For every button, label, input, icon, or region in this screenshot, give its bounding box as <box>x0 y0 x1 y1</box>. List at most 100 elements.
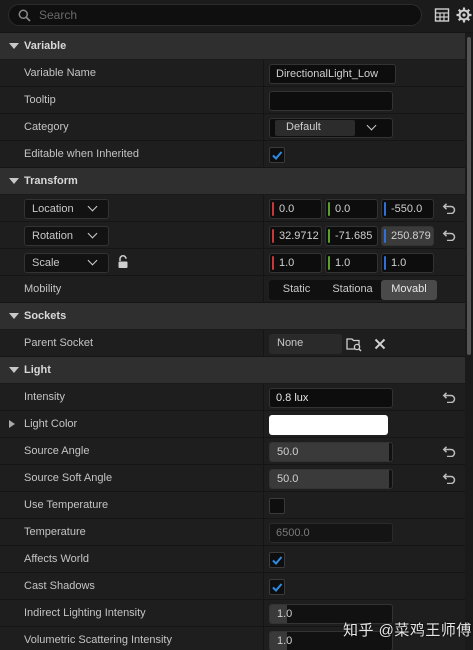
source-soft-angle-slider[interactable]: 50.0 <box>269 469 393 489</box>
rotation-y-input[interactable]: -71.685 <box>325 226 378 246</box>
collapse-arrow-icon[interactable] <box>9 313 19 319</box>
property-label: Use Temperature <box>24 499 109 511</box>
property-label: Light Color <box>24 418 78 430</box>
mobility-movable-option[interactable]: Movabl <box>381 280 437 300</box>
use-temperature-checkbox[interactable] <box>269 498 285 514</box>
scrollbar-thumb[interactable] <box>467 37 471 355</box>
row-cast-shadows: Cast Shadows <box>0 573 465 600</box>
location-x-input[interactable]: 0.0 <box>269 199 322 219</box>
property-label: Temperature <box>24 526 86 538</box>
section-title: Sockets <box>24 310 67 322</box>
location-mode-dropdown[interactable]: Location <box>24 199 109 219</box>
reset-to-default-icon[interactable] <box>442 473 456 484</box>
location-label: Location <box>32 203 74 215</box>
intensity-input[interactable]: 0.8 lux <box>269 388 393 408</box>
row-light-color: Light Color <box>0 411 465 438</box>
chevron-down-icon <box>87 228 98 239</box>
mobility-stationary-option[interactable]: Stationa <box>325 280 380 300</box>
row-tooltip: Tooltip <box>0 87 465 114</box>
checkmark-icon <box>272 151 283 160</box>
indirect-lighting-intensity-value: 1.0 <box>277 608 293 620</box>
property-label: Cast Shadows <box>24 580 95 592</box>
scale-x-input[interactable]: 1.0 <box>269 253 322 273</box>
collapse-arrow-icon[interactable] <box>9 43 19 49</box>
row-scale: Scale 1.0 1.0 1.0 <box>0 249 465 276</box>
browse-socket-icon[interactable] <box>346 337 362 352</box>
section-title: Variable <box>24 40 67 52</box>
property-label: Intensity <box>24 391 65 403</box>
mobility-toggle: Static Stationa Movabl <box>269 280 437 300</box>
row-category: Category Default <box>0 114 465 141</box>
vertical-scrollbar[interactable] <box>465 33 473 650</box>
reset-to-default-icon[interactable] <box>442 230 456 241</box>
collapse-arrow-icon[interactable] <box>9 178 19 184</box>
parent-socket-value[interactable]: None <box>269 334 342 354</box>
section-transform[interactable]: Transform <box>0 168 465 195</box>
property-label: Editable when Inherited <box>24 148 139 160</box>
scale-z-input[interactable]: 1.0 <box>381 253 434 273</box>
section-sockets[interactable]: Sockets <box>0 303 465 330</box>
watermark: 知乎 @菜鸡王师傅 <box>343 622 472 639</box>
reset-to-default-icon[interactable] <box>442 446 456 457</box>
details-toolbar: Search <box>0 0 473 32</box>
temperature-input[interactable]: 6500.0 <box>269 523 393 543</box>
rotation-z-input[interactable]: 250.879 <box>381 226 434 246</box>
reset-to-default-icon[interactable] <box>442 203 456 214</box>
mobility-static-option[interactable]: Static <box>269 280 324 300</box>
reset-to-default-icon[interactable] <box>442 392 456 403</box>
row-temperature: Temperature 6500.0 <box>0 519 465 546</box>
property-label: Variable Name <box>24 67 96 79</box>
property-label: Source Soft Angle <box>24 472 113 484</box>
property-label: Affects World <box>24 553 90 565</box>
search-placeholder: Search <box>39 8 78 22</box>
scale-mode-dropdown[interactable]: Scale <box>24 253 109 273</box>
property-label: Volumetric Scattering Intensity <box>24 634 172 646</box>
variable-name-input[interactable]: DirectionalLight_Low <box>269 64 396 84</box>
clear-icon[interactable] <box>374 338 386 350</box>
expand-arrow-icon[interactable] <box>9 420 15 428</box>
checkmark-icon <box>272 556 283 565</box>
chevron-down-icon <box>87 255 98 266</box>
category-dropdown[interactable]: Default <box>269 118 393 138</box>
tooltip-input[interactable] <box>269 91 393 111</box>
scale-y-input[interactable]: 1.0 <box>325 253 378 273</box>
chevron-down-icon <box>366 120 377 131</box>
row-mobility: Mobility Static Stationa Movabl <box>0 276 465 303</box>
property-label: Parent Socket <box>24 337 94 349</box>
category-value: Default <box>275 120 355 136</box>
gear-icon[interactable] <box>456 7 472 23</box>
collapse-arrow-icon[interactable] <box>9 367 19 373</box>
volumetric-scattering-intensity-value: 1.0 <box>277 635 293 647</box>
row-use-temperature: Use Temperature <box>0 492 465 519</box>
source-angle-slider[interactable]: 50.0 <box>269 442 393 462</box>
search-icon <box>18 9 31 22</box>
cast-shadows-checkbox[interactable] <box>269 579 285 595</box>
section-title: Light <box>24 364 51 376</box>
location-y-input[interactable]: 0.0 <box>325 199 378 219</box>
row-intensity: Intensity 0.8 lux <box>0 384 465 411</box>
section-title: Transform <box>24 175 78 187</box>
rotation-label: Rotation <box>32 230 73 242</box>
row-location: Location 0.0 0.0 -550.0 <box>0 195 465 222</box>
editable-when-inherited-checkbox[interactable] <box>269 147 285 163</box>
rotation-mode-dropdown[interactable]: Rotation <box>24 226 109 246</box>
section-light[interactable]: Light <box>0 357 465 384</box>
source-soft-angle-value: 50.0 <box>277 473 299 485</box>
property-label: Category <box>24 121 69 133</box>
chevron-down-icon <box>87 201 98 212</box>
table-icon[interactable] <box>434 7 450 23</box>
search-box[interactable]: Search <box>8 4 422 26</box>
unlock-icon[interactable] <box>117 255 130 269</box>
property-label: Indirect Lighting Intensity <box>24 607 146 619</box>
affects-world-checkbox[interactable] <box>269 552 285 568</box>
row-source-soft-angle: Source Soft Angle 50.0 <box>0 465 465 492</box>
details-panel: Variable Variable Name DirectionalLight_… <box>0 33 465 650</box>
scale-label: Scale <box>32 257 60 269</box>
location-z-input[interactable]: -550.0 <box>381 199 434 219</box>
section-variable[interactable]: Variable <box>0 33 465 60</box>
row-rotation: Rotation 32.9712 -71.685 250.879 <box>0 222 465 249</box>
row-source-angle: Source Angle 50.0 <box>0 438 465 465</box>
rotation-x-input[interactable]: 32.9712 <box>269 226 322 246</box>
property-label: Tooltip <box>24 94 56 106</box>
light-color-swatch[interactable] <box>269 415 388 435</box>
